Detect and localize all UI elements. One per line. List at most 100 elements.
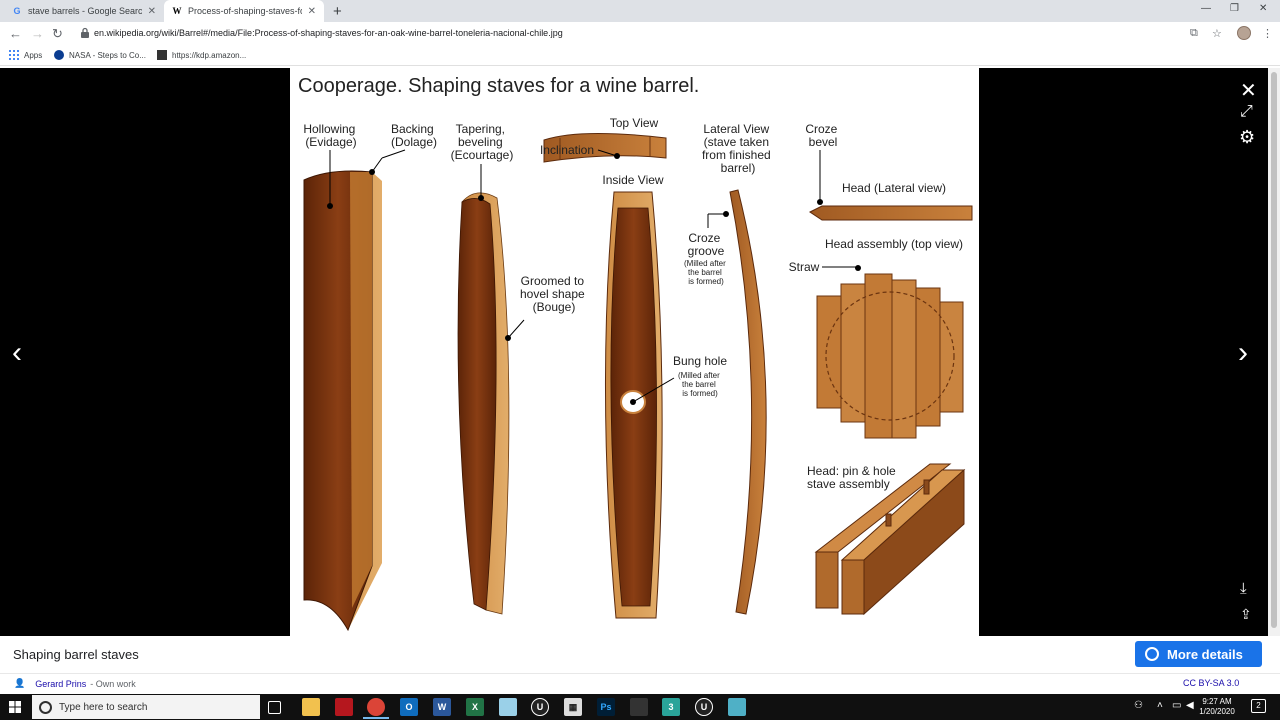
author-suffix: - Own work <box>90 678 136 689</box>
kdp-icon <box>157 50 167 60</box>
scrollbar[interactable] <box>1268 68 1280 636</box>
head-assembly-shape <box>816 273 964 439</box>
search-placeholder: Type here to search <box>59 701 148 713</box>
unreal-icon[interactable]: U <box>695 698 713 716</box>
file-explorer-icon[interactable] <box>302 698 320 716</box>
translate-icon[interactable]: ⧉ <box>1190 27 1198 40</box>
unreal-icon[interactable]: U <box>531 698 549 716</box>
stave-inside-view <box>604 191 663 619</box>
calculator-icon[interactable]: ▦ <box>564 698 582 716</box>
head-lateral-shape <box>809 205 973 221</box>
clock-time: 9:27 AM <box>1202 697 1232 706</box>
bookmark-apps[interactable]: Apps <box>9 50 42 60</box>
caption-title: Shaping barrel staves <box>13 647 139 662</box>
close-window-icon[interactable]: ✕ <box>1259 3 1267 14</box>
label-tapering: Tapering, beveling (Ecourtage) <box>451 122 514 162</box>
license-link[interactable]: CC BY-SA 3.0 <box>1183 678 1239 688</box>
new-tab-button[interactable]: + <box>333 3 342 20</box>
chevron-up-icon[interactable]: ˄ <box>1157 700 1163 711</box>
tab-strip: G stave barrels - Google Search ✕ W Proc… <box>0 0 1280 22</box>
lock-icon <box>81 27 89 38</box>
caption-area: Shaping barrel staves More details 👤 Ger… <box>0 636 1280 694</box>
bookmark-label: Apps <box>24 50 43 60</box>
bookmarks-bar: Apps NASA - Steps to Co... https://kdp.a… <box>0 46 1280 66</box>
label-top-view: Top View <box>610 116 659 130</box>
label-inclination: Inclination <box>540 143 594 157</box>
excel-icon[interactable]: X <box>466 698 484 716</box>
chrome-icon[interactable] <box>363 698 389 719</box>
bookmark-nasa[interactable]: NASA - Steps to Co... <box>54 50 146 60</box>
label-bung-note: (Milled after the barrel is formed) <box>678 371 722 398</box>
windows-start-icon[interactable] <box>9 701 21 713</box>
label-straw: Straw <box>789 260 820 274</box>
apps-grid-icon <box>9 50 19 60</box>
forward-icon[interactable]: → <box>31 26 44 41</box>
scrollbar-thumb[interactable] <box>1271 72 1277 628</box>
media-viewer: Cooperage. Shaping staves for a wine bar… <box>0 68 1280 636</box>
figure-image: Cooperage. Shaping staves for a wine bar… <box>290 68 979 636</box>
tab-title: Process-of-shaping-staves-for-a <box>188 6 302 16</box>
tab-title: stave barrels - Google Search <box>28 6 142 16</box>
close-viewer-icon[interactable]: ✕ <box>1240 78 1257 103</box>
fullscreen-icon[interactable]: ⤢ <box>1240 103 1253 121</box>
bookmark-label: NASA - Steps to Co... <box>69 50 146 60</box>
taskbar-search-input[interactable]: Type here to search <box>32 695 260 719</box>
close-icon[interactable]: ✕ <box>148 6 156 17</box>
back-icon[interactable]: ← <box>9 26 22 41</box>
label-bung-hole: Bung hole <box>673 354 727 368</box>
volume-icon[interactable]: ◀ <box>1186 700 1194 711</box>
share-icon[interactable]: ⇪ <box>1240 606 1252 623</box>
bookmark-label: https://kdp.amazon... <box>172 50 247 60</box>
battery-icon[interactable]: ▭ <box>1172 700 1181 711</box>
app-icon[interactable] <box>335 698 353 716</box>
divider <box>0 673 1280 674</box>
url-field[interactable]: en.wikipedia.org/wiki/Barrel#/media/File… <box>94 28 563 38</box>
app-icon[interactable] <box>499 698 517 716</box>
stave-lateral-view <box>729 189 767 615</box>
previous-arrow-icon[interactable]: ‹ <box>12 336 22 370</box>
label-backing: Backing (Dolage) <box>391 122 437 149</box>
nasa-icon <box>54 50 64 60</box>
label-croze-groove-note: (Milled after the barrel is formed) <box>684 259 728 286</box>
user-icon: 👤 <box>14 678 26 688</box>
label-hollowing: Hollowing (Evidage) <box>303 122 358 149</box>
outlook-icon[interactable]: O <box>400 698 418 716</box>
minimize-icon[interactable]: — <box>1201 3 1211 14</box>
notification-icon[interactable]: 2 <box>1251 699 1266 713</box>
author-link[interactable]: Gerard Prins <box>35 679 86 689</box>
close-icon[interactable]: ✕ <box>308 6 316 17</box>
restore-icon[interactable]: ❐ <box>1230 3 1239 14</box>
label-groomed: Groomed to hovel shape (Bouge) <box>520 274 588 314</box>
google-icon: G <box>13 6 21 16</box>
gear-icon[interactable]: ⚙ <box>1239 127 1255 148</box>
label-croze-groove: Croze groove <box>688 231 725 258</box>
more-details-button[interactable]: More details <box>1135 641 1262 667</box>
more-details-label: More details <box>1167 646 1243 662</box>
task-view-icon[interactable] <box>268 701 281 714</box>
bookmark-kdp[interactable]: https://kdp.amazon... <box>157 50 246 60</box>
tab-google-search[interactable]: G stave barrels - Google Search ✕ <box>4 0 164 22</box>
figure-title: Cooperage. Shaping staves for a wine bar… <box>298 75 699 97</box>
app-icon[interactable] <box>630 698 648 716</box>
label-pin-hole: Head: pin & hole stave assembly <box>807 464 899 491</box>
label-inside-view: Inside View <box>602 173 663 187</box>
avatar[interactable] <box>1237 26 1251 40</box>
reload-icon[interactable]: ↻ <box>52 26 63 42</box>
label-lateral-view: Lateral View (stave taken from finished … <box>702 122 774 175</box>
app-icon[interactable] <box>728 698 746 716</box>
next-arrow-icon[interactable]: › <box>1238 336 1248 370</box>
menu-icon[interactable]: ⋮ <box>1262 27 1273 40</box>
star-icon[interactable]: ☆ <box>1212 27 1222 40</box>
tab-wikipedia[interactable]: W Process-of-shaping-staves-for-a ✕ <box>164 0 324 22</box>
stave-hollowing <box>303 170 382 632</box>
clock[interactable]: 9:27 AM 1/20/2020 <box>1197 697 1237 717</box>
stave-tapering <box>457 192 510 615</box>
download-icon[interactable]: ⤓ <box>1240 580 1247 597</box>
taskbar: Type here to search O W X U ▦ Ps 3 U ⚇ ˄… <box>0 694 1280 720</box>
label-croze-bevel: Croze bevel <box>805 122 840 149</box>
search-icon <box>39 700 52 714</box>
word-icon[interactable]: W <box>433 698 451 716</box>
app-icon[interactable]: 3 <box>662 698 680 716</box>
people-icon[interactable]: ⚇ <box>1134 700 1143 711</box>
photoshop-icon[interactable]: Ps <box>597 698 615 716</box>
